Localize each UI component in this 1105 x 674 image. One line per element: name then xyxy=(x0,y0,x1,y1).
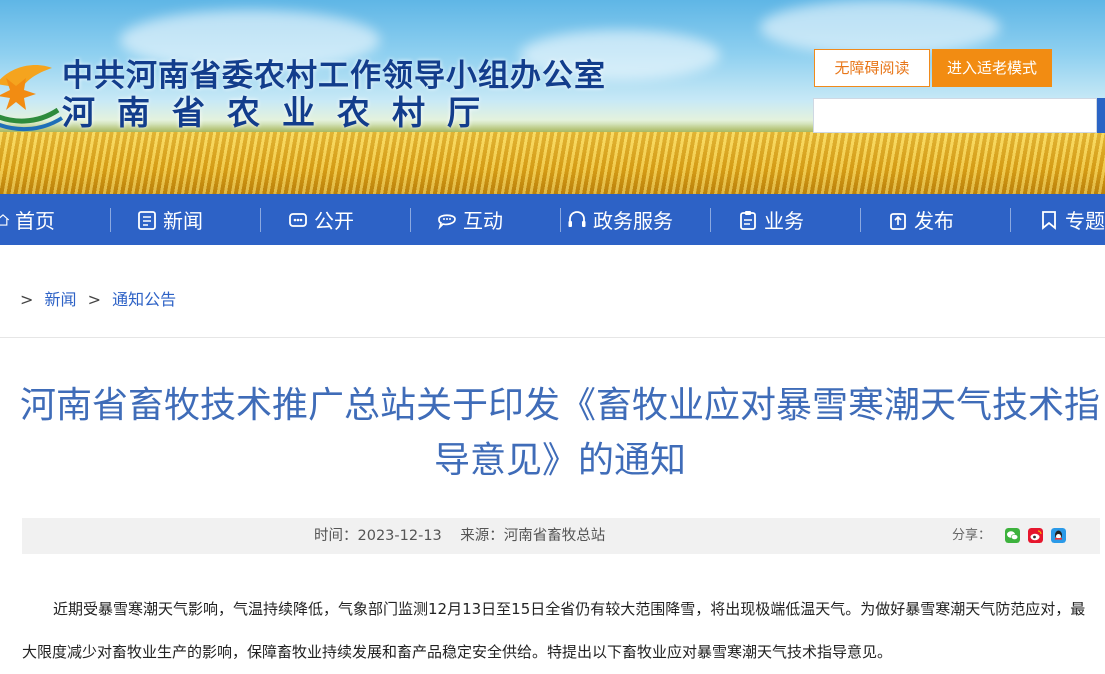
breadcrumb-separator: > xyxy=(87,290,102,309)
nav-item-label: 政务服务 xyxy=(593,209,673,233)
article-meta-bar: 时间：2023-12-13 来源：河南省畜牧总站 分享： xyxy=(22,518,1100,554)
nav-item-gov-service[interactable]: 政务服务 xyxy=(566,194,673,245)
nav-item-label: 公开 xyxy=(314,209,354,233)
nav-item-label: 首页 xyxy=(15,209,55,233)
main-nav: 首页 新闻 公开 互动 政务服务 业务 发布 专题 xyxy=(0,194,1105,245)
disclosure-icon xyxy=(289,212,307,227)
breadcrumb: > 新闻 > 通知公告 xyxy=(14,286,176,310)
publish-date: 2023-12-13 xyxy=(357,528,442,544)
search-input[interactable] xyxy=(813,98,1097,133)
share-label: 分享： xyxy=(952,528,992,543)
bookmark-icon xyxy=(1042,210,1056,230)
nav-item-interaction[interactable]: 互动 xyxy=(436,194,503,245)
org-title-line2: 河南省农业农村厅 xyxy=(62,93,502,132)
nav-item-home[interactable]: 首页 xyxy=(0,194,55,245)
source-label: 来源： xyxy=(460,528,504,544)
nav-item-disclosure[interactable]: 公开 xyxy=(287,194,354,245)
service-icon xyxy=(568,210,586,227)
nav-item-label: 专题 xyxy=(1065,209,1105,233)
nav-item-label: 互动 xyxy=(463,209,503,233)
breadcrumb-separator: > xyxy=(20,290,34,309)
wechat-icon[interactable] xyxy=(1005,528,1020,543)
source-value: 河南省畜牧总站 xyxy=(503,528,606,544)
nav-item-publish[interactable]: 发布 xyxy=(887,194,954,245)
nav-item-label: 业务 xyxy=(764,209,804,233)
nav-item-special[interactable]: 专题 xyxy=(1038,194,1105,245)
department-logo xyxy=(0,65,64,132)
clipboard-icon xyxy=(740,210,756,230)
article-title: 河南省畜牧技术推广总站关于印发《畜牧业应对暴雪寒潮天气技术指导意见》的通知 xyxy=(20,385,1101,481)
qq-icon[interactable] xyxy=(1051,528,1066,543)
header-banner: 中共河南省委农村工作领导小组办公室 河南省农业农村厅 无障碍阅读 进入适老模式 xyxy=(0,0,1105,194)
news-icon xyxy=(138,210,156,230)
nav-item-business[interactable]: 业务 xyxy=(737,194,804,245)
nav-item-label: 发布 xyxy=(914,209,954,233)
accessibility-reading-button[interactable]: 无障碍阅读 xyxy=(814,49,930,87)
nav-item-label: 新闻 xyxy=(163,209,203,233)
home-icon xyxy=(0,213,10,226)
chat-icon xyxy=(438,213,456,230)
nav-item-news[interactable]: 新闻 xyxy=(136,194,203,245)
publish-icon xyxy=(890,212,906,230)
breadcrumb-notices[interactable]: 通知公告 xyxy=(112,290,176,309)
elder-mode-button[interactable]: 进入适老模式 xyxy=(932,49,1052,87)
divider xyxy=(0,337,1105,338)
weibo-icon[interactable] xyxy=(1028,528,1043,543)
article-meta-info: 时间：2023-12-13 来源：河南省畜牧总站 xyxy=(314,518,605,554)
time-label: 时间： xyxy=(314,528,358,544)
search-button[interactable] xyxy=(1097,98,1105,133)
article-body-paragraph: 近期受暴雪寒潮天气影响，气温持续降低，气象部门监测12月13日至15日全省仍有较… xyxy=(22,600,1086,661)
breadcrumb-news[interactable]: 新闻 xyxy=(45,290,77,309)
